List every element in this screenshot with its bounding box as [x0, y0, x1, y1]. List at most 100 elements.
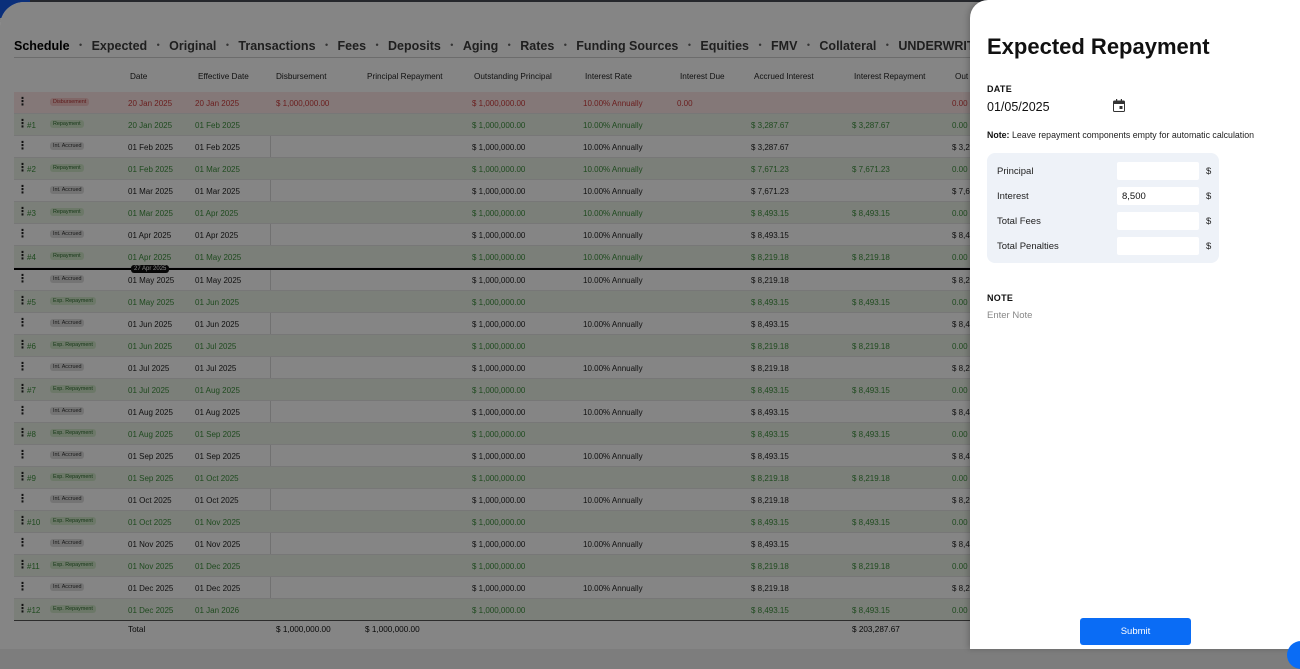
table-row[interactable]: ⋮ Int. Accrued 01 Mar 2025 01 Mar 2025 $ 1,0… — [14, 180, 1010, 202]
tab-expected[interactable]: Expected — [92, 39, 148, 53]
tab-equities[interactable]: Equities — [700, 39, 749, 53]
tab-separator: • — [687, 40, 691, 50]
cell-eff: 01 Feb 2025 — [195, 143, 240, 152]
row-menu-icon[interactable]: ⋮ — [17, 96, 28, 108]
cell-eff: 01 Mar 2025 — [195, 187, 240, 196]
total-penalties-input[interactable] — [1117, 237, 1199, 255]
table-row[interactable]: ⋮ #11 Exp. Repayment 01 Nov 2025 01 Dec 2025… — [14, 555, 1010, 577]
row-menu-icon[interactable]: ⋮ — [17, 449, 28, 461]
cell-acc: $ 8,219.18 — [751, 364, 789, 373]
table-row[interactable]: ⋮ Int. Accrued 01 Oct 2025 01 Oct 2025 $ 1,0… — [14, 489, 1010, 511]
row-menu-icon[interactable]: ⋮ — [17, 361, 28, 373]
table-row[interactable]: ⋮ #2 Repayment 01 Feb 2025 01 Mar 2025 $ 1,00… — [14, 158, 1010, 180]
row-menu-icon[interactable]: ⋮ — [17, 383, 28, 395]
cell-out: $ 1,000,000.00 — [472, 518, 526, 527]
row-menu-icon[interactable]: ⋮ — [17, 206, 28, 218]
cell-out: $ 1,000,000.00 — [472, 452, 526, 461]
tab-deposits[interactable]: Deposits — [388, 39, 441, 53]
row-menu-icon[interactable]: ⋮ — [17, 471, 28, 483]
column-header[interactable]: Interest Due — [680, 72, 725, 81]
row-menu-icon[interactable]: ⋮ — [17, 273, 28, 285]
table-row[interactable]: ⋮ Int. Accrued 01 Dec 2025 01 Dec 2025 $ 1,0… — [14, 577, 1010, 599]
cell-acc: $ 8,219.18 — [751, 276, 789, 285]
tab-transactions[interactable]: Transactions — [238, 39, 315, 53]
table-row[interactable]: ⋮ Int. Accrued 01 Jul 2025 01 Jul 2025 $ 1,0… — [14, 357, 1010, 379]
row-menu-icon[interactable]: ⋮ — [17, 162, 28, 174]
table-row[interactable]: ⋮ Int. Accrued 01 Sep 2025 01 Sep 2025 $ 1,0… — [14, 445, 1010, 467]
row-type-badge: Int. Accrued — [50, 451, 85, 459]
row-menu-icon[interactable]: ⋮ — [17, 317, 28, 329]
cell-out: $ 1,000,000.00 — [472, 276, 526, 285]
table-row[interactable]: ⋮ Int. Accrued 01 Apr 2025 01 Apr 2025 $ 1,0… — [14, 224, 1010, 246]
calendar-icon[interactable] — [1113, 99, 1125, 112]
tab-funding-sources[interactable]: Funding Sources — [576, 39, 678, 53]
column-header[interactable]: Interest Rate — [585, 72, 632, 81]
row-menu-icon[interactable]: ⋮ — [17, 184, 28, 196]
cell-eff: 01 May 2025 — [195, 276, 242, 285]
total-fees-input[interactable] — [1117, 212, 1199, 230]
row-menu-icon[interactable]: ⋮ — [17, 603, 28, 615]
tab-collateral[interactable]: Collateral — [819, 39, 876, 53]
cell-out: $ 1,000,000.00 — [472, 209, 526, 218]
column-header[interactable]: Accrued Interest — [754, 72, 814, 81]
cell-last: $ 8,4 — [952, 452, 970, 461]
row-number: #10 — [27, 518, 41, 527]
cell-rate: 10.00% Annually — [583, 121, 643, 130]
tab-schedule[interactable]: Schedule — [14, 39, 70, 53]
row-menu-icon[interactable]: ⋮ — [17, 559, 28, 571]
table-row[interactable]: ⋮ #8 Exp. Repayment 01 Aug 2025 01 Sep 2025 $… — [14, 423, 1010, 445]
table-row[interactable]: ⋮ #9 Exp. Repayment 01 Sep 2025 01 Oct 2025 $… — [14, 467, 1010, 489]
cell-date: 01 Apr 2025 — [128, 253, 172, 262]
submit-button[interactable]: Submit — [1080, 618, 1191, 645]
cell-irep: $ 7,671.23 — [852, 165, 890, 174]
table-row[interactable]: ⋮ #1 Repayment 20 Jan 2025 01 Feb 2025 $ 1,00… — [14, 114, 1010, 136]
table-row[interactable]: ⋮ Disbursement 20 Jan 2025 20 Jan 2025 $ 1,0… — [14, 92, 1010, 114]
table-row[interactable]: ⋮ Int. Accrued 01 Feb 2025 01 Feb 2025 $ 1,0… — [14, 136, 1010, 158]
column-header[interactable]: Principal Repayment — [367, 72, 443, 81]
tab-rates[interactable]: Rates — [520, 39, 554, 53]
table-row[interactable]: ⋮ Int. Accrued 01 Aug 2025 01 Aug 2025 $ 1,0… — [14, 401, 1010, 423]
row-menu-icon[interactable]: ⋮ — [17, 537, 28, 549]
cell-rate: 10.00% Annually — [583, 209, 643, 218]
tab-fees[interactable]: Fees — [338, 39, 367, 53]
tab-separator: • — [806, 40, 810, 50]
table-row[interactable]: ⋮ #5 Exp. Repayment 01 May 2025 01 Jun 2025 $… — [14, 291, 1010, 313]
column-header[interactable]: Date — [130, 72, 147, 81]
row-menu-icon[interactable]: ⋮ — [17, 118, 28, 130]
row-menu-icon[interactable]: ⋮ — [17, 405, 28, 417]
row-menu-icon[interactable]: ⋮ — [17, 515, 28, 527]
table-row[interactable]: ⋮ #6 Exp. Repayment 01 Jun 2025 01 Jul 2025 $… — [14, 335, 1010, 357]
row-menu-icon[interactable]: ⋮ — [17, 427, 28, 439]
total-fees-label: Total Fees — [997, 216, 1041, 227]
interest-input[interactable] — [1117, 187, 1199, 205]
column-header[interactable]: Out — [955, 72, 968, 81]
note-bold-label: Note: — [987, 130, 1010, 140]
row-type-badge: Int. Accrued — [50, 539, 85, 547]
table-row[interactable]: ⋮ #10 Exp. Repayment 01 Oct 2025 01 Nov 2025… — [14, 511, 1010, 533]
note-input[interactable] — [987, 308, 1237, 322]
principal-input[interactable] — [1117, 162, 1199, 180]
row-type-badge: Int. Accrued — [50, 142, 85, 150]
table-row[interactable]: ⋮ #3 Repayment 01 Mar 2025 01 Apr 2025 $ 1,00… — [14, 202, 1010, 224]
row-menu-icon[interactable]: ⋮ — [17, 250, 28, 262]
table-row[interactable]: ⋮ #7 Exp. Repayment 01 Jul 2025 01 Aug 2025 $… — [14, 379, 1010, 401]
table-row[interactable]: ⋮ Int. Accrued 01 Jun 2025 01 Jun 2025 $ 1,0… — [14, 313, 1010, 335]
column-header[interactable]: Interest Repayment — [854, 72, 925, 81]
cell-date: 01 Feb 2025 — [128, 143, 173, 152]
tab-aging[interactable]: Aging — [463, 39, 498, 53]
row-menu-icon[interactable]: ⋮ — [17, 581, 28, 593]
total-disbursement: $ 1,000,000.00 — [276, 625, 331, 634]
row-menu-icon[interactable]: ⋮ — [17, 228, 28, 240]
row-menu-icon[interactable]: ⋮ — [17, 140, 28, 152]
row-menu-icon[interactable]: ⋮ — [17, 339, 28, 351]
row-menu-icon[interactable]: ⋮ — [17, 493, 28, 505]
tab-original[interactable]: Original — [169, 39, 216, 53]
table-row[interactable]: ⋮ #12 Exp. Repayment 01 Dec 2025 01 Jan 2026… — [14, 599, 1010, 621]
row-menu-icon[interactable]: ⋮ — [17, 295, 28, 307]
column-header[interactable]: Outstanding Principal — [474, 72, 552, 81]
cell-eff: 01 Sep 2025 — [195, 452, 241, 461]
column-header[interactable]: Effective Date — [198, 72, 249, 81]
table-row[interactable]: ⋮ Int. Accrued 01 Nov 2025 01 Nov 2025 $ 1,0… — [14, 533, 1010, 555]
column-header[interactable]: Disbursement — [276, 72, 327, 81]
tab-fmv[interactable]: FMV — [771, 39, 797, 53]
